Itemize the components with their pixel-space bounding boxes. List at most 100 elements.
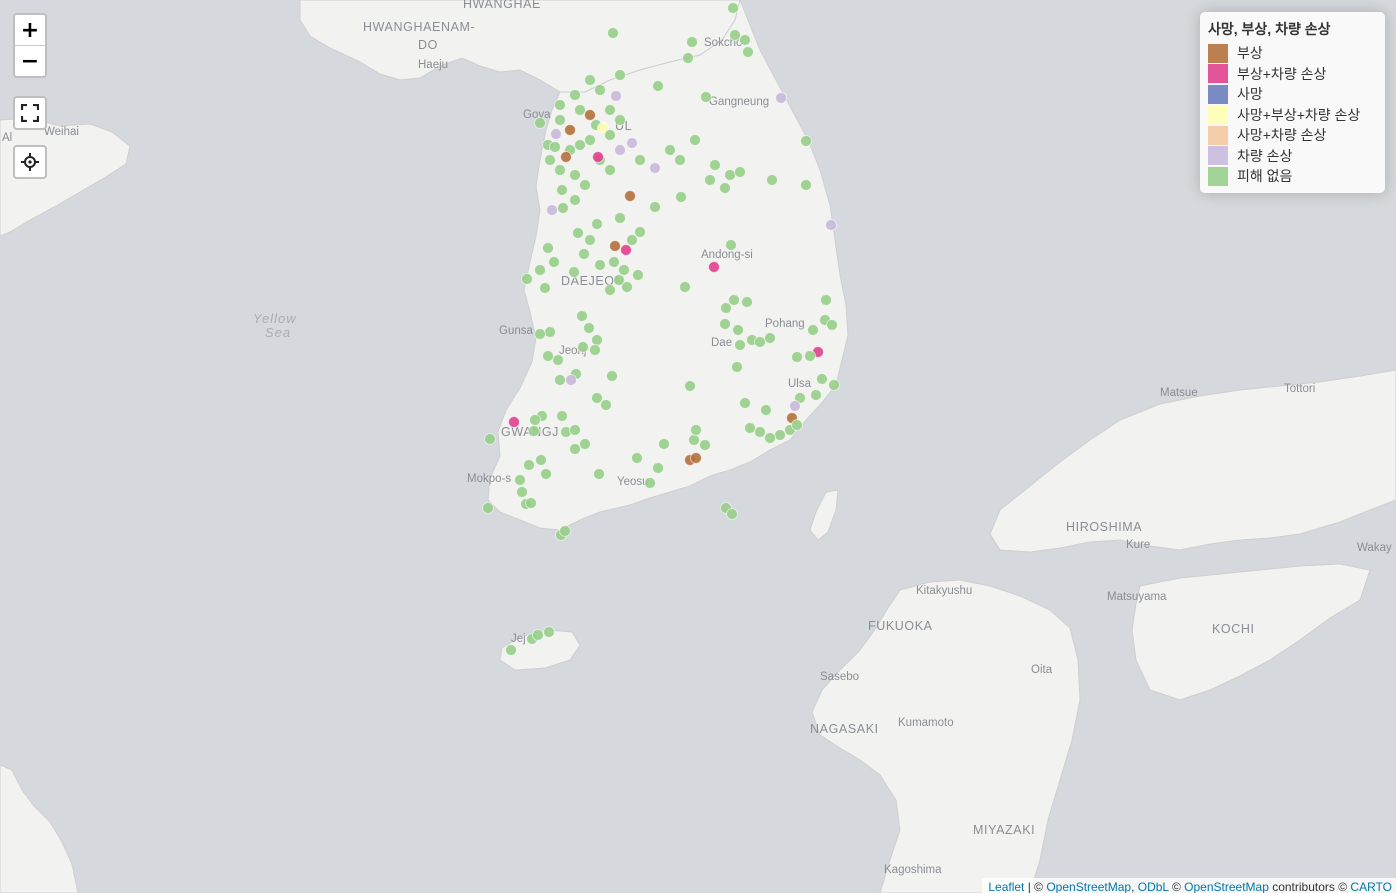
incident-marker[interactable] [589, 344, 601, 356]
incident-marker[interactable] [675, 191, 687, 203]
incident-marker[interactable] [607, 27, 619, 39]
incident-marker[interactable] [624, 190, 636, 202]
incident-marker[interactable] [614, 69, 626, 81]
incident-marker[interactable] [766, 174, 778, 186]
incident-marker[interactable] [594, 84, 606, 96]
incident-marker[interactable] [800, 135, 812, 147]
incident-marker[interactable] [700, 91, 712, 103]
incident-marker[interactable] [614, 114, 626, 126]
zoom-out-button[interactable]: − [15, 45, 45, 76]
incident-marker[interactable] [709, 159, 721, 171]
incident-marker[interactable] [679, 281, 691, 293]
incident-marker[interactable] [528, 425, 540, 437]
incident-marker[interactable] [652, 462, 664, 474]
incident-marker[interactable] [569, 424, 581, 436]
incident-marker[interactable] [508, 416, 520, 428]
incident-marker[interactable] [554, 164, 566, 176]
incident-marker[interactable] [560, 151, 572, 163]
incident-marker[interactable] [804, 350, 816, 362]
incident-marker[interactable] [649, 201, 661, 213]
incident-marker[interactable] [719, 318, 731, 330]
carto-link[interactable]: CARTO [1350, 880, 1392, 893]
incident-marker[interactable] [825, 219, 837, 231]
incident-marker[interactable] [828, 379, 840, 391]
incident-marker[interactable] [688, 434, 700, 446]
incident-marker[interactable] [734, 166, 746, 178]
incident-marker[interactable] [614, 212, 626, 224]
incident-marker[interactable] [727, 2, 739, 14]
incident-marker[interactable] [674, 154, 686, 166]
incident-marker[interactable] [600, 399, 612, 411]
incident-marker[interactable] [649, 162, 661, 174]
incident-marker[interactable] [579, 179, 591, 191]
incident-marker[interactable] [556, 184, 568, 196]
incident-marker[interactable] [534, 117, 546, 129]
incident-marker[interactable] [559, 525, 571, 537]
incident-marker[interactable] [569, 89, 581, 101]
incident-marker[interactable] [548, 256, 560, 268]
incident-marker[interactable] [664, 144, 676, 156]
incident-marker[interactable] [557, 202, 569, 214]
incident-marker[interactable] [760, 404, 772, 416]
zoom-in-button[interactable]: + [15, 15, 45, 45]
incident-marker[interactable] [725, 239, 737, 251]
incident-marker[interactable] [820, 294, 832, 306]
incident-marker[interactable] [764, 432, 776, 444]
incident-marker[interactable] [610, 90, 622, 102]
incident-marker[interactable] [764, 332, 776, 344]
incident-marker[interactable] [542, 242, 554, 254]
incident-marker[interactable] [535, 454, 547, 466]
incident-marker[interactable] [569, 169, 581, 181]
incident-marker[interactable] [584, 134, 596, 146]
incident-marker[interactable] [682, 52, 694, 64]
incident-marker[interactable] [626, 137, 638, 149]
map-container[interactable]: HWANGHAE HWANGHAENAM- DO Haeju Sokcho Weihai G… [0, 0, 1396, 893]
incident-marker[interactable] [484, 433, 496, 445]
incident-marker[interactable] [606, 370, 618, 382]
incident-marker[interactable] [775, 92, 787, 104]
incident-marker[interactable] [620, 244, 632, 256]
incident-marker[interactable] [579, 438, 591, 450]
incident-marker[interactable] [523, 459, 535, 471]
incident-marker[interactable] [632, 269, 644, 281]
incident-marker[interactable] [521, 273, 533, 285]
osm-link[interactable]: OpenStreetMap [1046, 880, 1131, 893]
odbl-link[interactable]: ODbL [1138, 880, 1169, 893]
incident-marker[interactable] [534, 264, 546, 276]
incident-marker[interactable] [554, 99, 566, 111]
incident-marker[interactable] [742, 46, 754, 58]
incident-marker[interactable] [578, 248, 590, 260]
incident-marker[interactable] [744, 422, 756, 434]
incident-marker[interactable] [800, 179, 812, 191]
incident-marker[interactable] [644, 477, 656, 489]
incident-marker[interactable] [584, 109, 596, 121]
incident-marker[interactable] [720, 302, 732, 314]
incident-marker[interactable] [594, 259, 606, 271]
incident-marker[interactable] [556, 410, 568, 422]
incident-marker[interactable] [532, 629, 544, 641]
incident-marker[interactable] [549, 141, 561, 153]
incident-marker[interactable] [572, 227, 584, 239]
incident-marker[interactable] [774, 429, 786, 441]
incident-marker[interactable] [593, 468, 605, 480]
incident-marker[interactable] [634, 226, 646, 238]
incident-marker[interactable] [546, 204, 558, 216]
incident-marker[interactable] [583, 322, 595, 334]
incident-marker[interactable] [529, 414, 541, 426]
incident-marker[interactable] [739, 397, 751, 409]
incident-marker[interactable] [704, 174, 716, 186]
incident-marker[interactable] [544, 154, 556, 166]
incident-marker[interactable] [724, 169, 736, 181]
incident-marker[interactable] [621, 281, 633, 293]
incident-marker[interactable] [816, 373, 828, 385]
incident-marker[interactable] [554, 114, 566, 126]
incident-marker[interactable] [734, 339, 746, 351]
incident-marker[interactable] [789, 400, 801, 412]
incident-marker[interactable] [618, 264, 630, 276]
incident-marker[interactable] [708, 261, 720, 273]
incident-marker[interactable] [574, 104, 586, 116]
incident-marker[interactable] [534, 328, 546, 340]
incident-marker[interactable] [591, 392, 603, 404]
incident-marker[interactable] [699, 439, 711, 451]
incident-marker[interactable] [584, 74, 596, 86]
